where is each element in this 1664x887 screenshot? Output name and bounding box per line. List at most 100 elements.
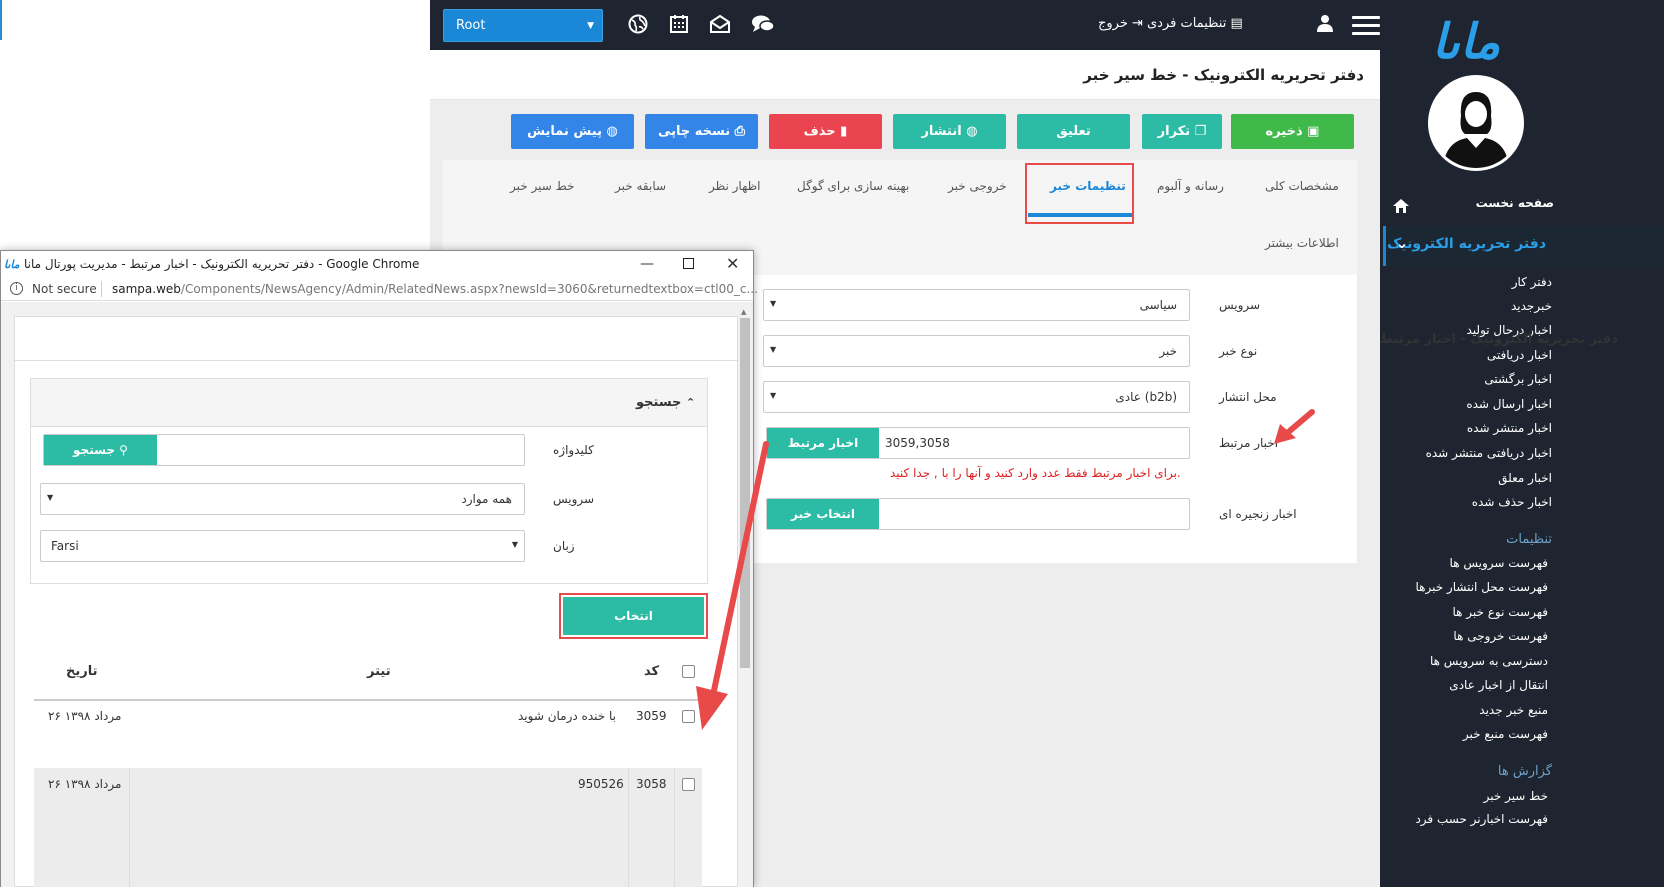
mail-icon[interactable] (709, 14, 731, 36)
related-news-button[interactable]: اخبار مرتبط (767, 428, 879, 458)
sidebar-item[interactable]: فهرست خروجی ها (1386, 629, 1548, 643)
minimize-icon[interactable]: — (640, 256, 654, 272)
tab-seo[interactable]: بهینه سازی برای گوگل (797, 179, 909, 193)
globe-icon: ◍ (606, 124, 618, 139)
tab-more-info[interactable]: اطلاعات بیشتر (1265, 236, 1339, 250)
save-button[interactable]: ذخیره ▣ (1231, 114, 1354, 149)
suspend-button[interactable]: تعلیق (1017, 114, 1130, 149)
sidebar-item[interactable]: دسترسی به سرویس ها (1386, 654, 1548, 668)
keyword-label: کلیدواژه (553, 443, 594, 457)
tab-output[interactable]: خروجی خبر (948, 179, 1007, 193)
language-select[interactable]: Farsi ▼ (40, 530, 525, 562)
sidebar-item[interactable]: اخبار ارسال شده (1390, 397, 1552, 411)
search-button[interactable]: جستجو ⚲ (44, 435, 157, 465)
floppy-icon: ▣ (1307, 124, 1320, 139)
print-button[interactable]: نسخه چاپی ⎙ (645, 114, 758, 149)
scroll-up-icon[interactable]: ▲ (741, 308, 746, 316)
caret-down-icon: ▼ (47, 493, 54, 502)
personal-settings-link[interactable]: تنظیمات فردی ▤ (1147, 16, 1243, 31)
publish-place-select[interactable]: عادی (b2b) ▼ (763, 381, 1190, 413)
popup-service-select[interactable]: همه موارد ▼ (40, 483, 525, 515)
row-date: ۲۶ مرداد ۱۳۹۸ (48, 709, 122, 723)
preview-button[interactable]: پیش نمایش ◍ (511, 114, 634, 149)
sidebar-item[interactable]: خط سیر خبر (1386, 789, 1548, 803)
popup-card-header (15, 317, 737, 361)
sidebar-item[interactable]: فهرست نوع خبر ها (1386, 605, 1548, 619)
publish-place-label: محل انتشار (1219, 390, 1277, 404)
code-column-header: کد (644, 664, 660, 679)
url-text: sampa.web/Components/NewsAgency/Admin/Re… (112, 282, 758, 296)
user-icon[interactable] (1314, 14, 1336, 36)
tab-general[interactable]: مشخصات کلی (1265, 179, 1339, 193)
logout-link[interactable]: خروج ⇥ (1098, 16, 1143, 31)
tab-media[interactable]: رسانه و آلبوم (1157, 179, 1224, 193)
sidebar-item[interactable]: منبع خبر جدید (1386, 703, 1548, 717)
annotation-arrow-icon (696, 441, 769, 730)
select-news-button[interactable]: انتخاب خبر (767, 499, 879, 529)
service-select[interactable]: سیاسی ▼ (763, 289, 1190, 321)
select-button[interactable]: انتخاب (563, 597, 704, 635)
sidebar-item[interactable]: فهرست اخبارنر حسب فرد (1386, 812, 1548, 826)
copy-icon: ❐ (1194, 124, 1207, 139)
page-header: دفتر تحریریه الکترونیک - خط سیر خبر (430, 50, 1380, 100)
language-value: Farsi (51, 539, 79, 553)
printer-icon: ⎙ (734, 124, 746, 139)
chevron-up-icon: ⌃ (685, 396, 696, 409)
duplicate-button[interactable]: تکرار ❐ (1142, 114, 1222, 149)
cell-divider (628, 768, 629, 887)
sidebar-item[interactable]: اخبار معلق (1390, 471, 1552, 485)
sidebar-item-home[interactable]: صفحه نخست (1390, 196, 1554, 214)
sidebar-item[interactable]: فهرست منبع خبر (1386, 727, 1548, 741)
maximize-icon[interactable] (683, 258, 694, 269)
row-code: 3058 (636, 777, 667, 791)
avatar (1428, 75, 1524, 171)
sidebar-item[interactable]: دفتر کار (1390, 275, 1552, 289)
tab-history[interactable]: سابقه خبر (615, 179, 666, 193)
tab-comments[interactable]: اظهار نظر (709, 179, 761, 193)
row-title[interactable]: با خنده درمان شوید (518, 709, 616, 723)
popup-service-value: همه موارد (461, 492, 512, 506)
sidebar-item[interactable]: اخبار حذف شده (1390, 495, 1552, 509)
id-card-icon: ▤ (1230, 16, 1243, 31)
date-column-header: تاریخ (66, 664, 98, 679)
caret-down-icon: ▼ (770, 391, 777, 400)
globe-icon[interactable] (627, 14, 649, 36)
sidebar-item-newsroom[interactable]: دفتر تحریریه الکترونیک ⌄ (1383, 226, 1664, 266)
sidebar-item[interactable]: فهرست محل انتشار خبرها (1386, 580, 1548, 594)
search-panel-header[interactable] (31, 379, 707, 427)
sidebar-item[interactable]: انتقال از اخبار عادی (1386, 678, 1548, 692)
delete-button[interactable]: حذف ▮ (769, 114, 882, 149)
save-label: ذخیره (1265, 124, 1303, 139)
caret-down-icon: ▼ (770, 299, 777, 308)
tab-route[interactable]: خط سیر خبر (510, 179, 574, 193)
info-icon[interactable]: i (10, 282, 23, 295)
sidebar-item[interactable]: اخبار دریافتی (1390, 348, 1552, 362)
row-title[interactable]: 950526 (578, 777, 624, 791)
service-value: سیاسی (1139, 298, 1177, 312)
search-icon: ⚲ (119, 443, 128, 457)
sidebar-item[interactable]: اخبار دریافتی منتشر شده (1390, 446, 1552, 460)
divider (101, 281, 102, 297)
caret-down-icon: ▼ (770, 345, 777, 354)
root-select[interactable]: Root ▼ (443, 9, 603, 42)
calendar-icon[interactable] (668, 14, 690, 36)
cell-divider (674, 768, 675, 887)
sidebar-item[interactable]: اخبار منتشر شده (1390, 421, 1552, 435)
menu-toggle-icon[interactable] (1352, 16, 1380, 36)
sidebar-item[interactable]: اخبار برگشتی (1390, 372, 1552, 386)
sidebar-item[interactable]: فهرست سرویس ها (1386, 556, 1548, 570)
url-path: /Components/NewsAgency/Admin/RelatedNews… (180, 282, 758, 296)
cell-divider (129, 768, 130, 887)
publish-label: انتشار (921, 124, 962, 139)
row-checkbox[interactable] (682, 778, 695, 791)
publish-place-value: عادی (b2b) (1115, 390, 1177, 404)
search-section-title[interactable]: جستجو ⌃ (636, 395, 695, 410)
news-type-select[interactable]: خبر ▼ (763, 335, 1190, 367)
publish-button[interactable]: انتشار ◍ (893, 114, 1006, 149)
close-icon[interactable]: ✕ (726, 254, 739, 273)
related-news-hint: برای اخبار مرتبط فقط عدد وارد کنید و آنه… (890, 466, 1181, 480)
page-title: دفتر تحریریه الکترونیک - خط سیر خبر (1083, 66, 1364, 84)
chat-icon[interactable] (751, 14, 775, 36)
row-date: ۲۶ مرداد ۱۳۹۸ (48, 777, 122, 791)
sidebar-item[interactable]: خبرجدید (1390, 299, 1552, 313)
